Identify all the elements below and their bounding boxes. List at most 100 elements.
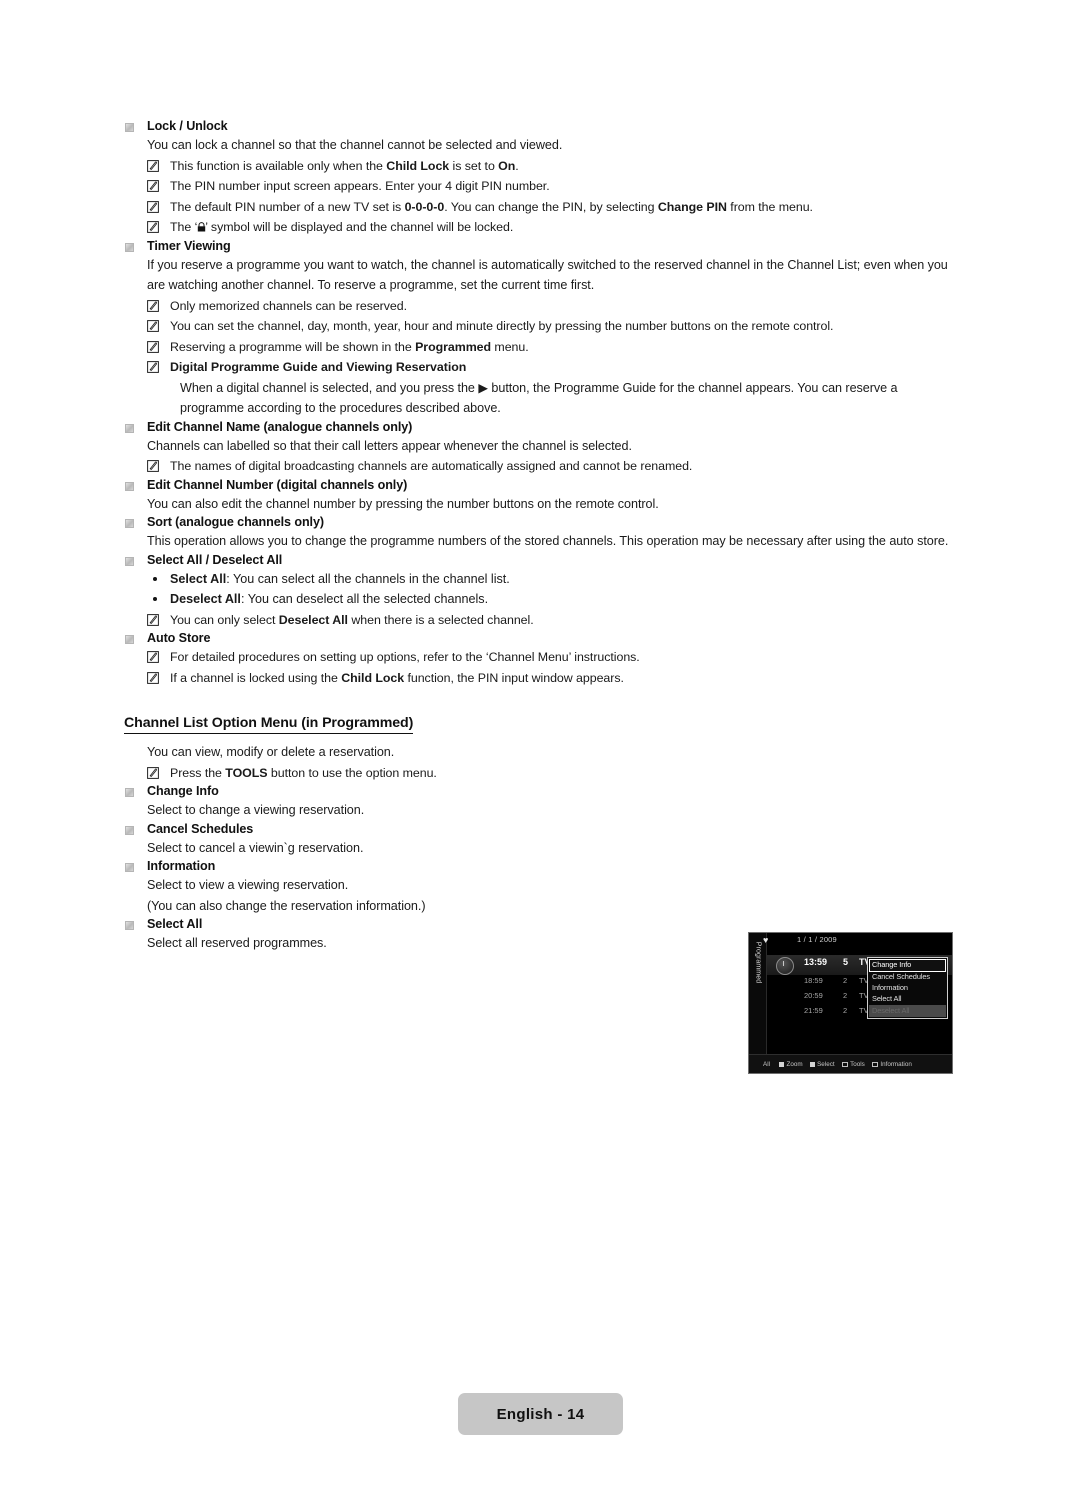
square-bullet-icon	[125, 825, 134, 835]
note-subtext: When a digital channel is selected, and …	[180, 380, 898, 416]
tv-menu-item[interactable]: Change Info	[869, 959, 946, 972]
note-icon	[147, 651, 159, 663]
option-heading: Select All	[147, 917, 203, 931]
note-icon	[147, 159, 159, 172]
note-item: Digital Programme Guide and Viewing Rese…	[147, 357, 955, 378]
square-bullet-icon	[125, 635, 134, 644]
bullet-text: Select All: You can select all the chann…	[170, 571, 510, 586]
tv-row-number: 2	[843, 1006, 848, 1015]
section-auto-store: Auto Store For detailed procedures on set…	[125, 630, 955, 688]
square-bullet-icon	[125, 921, 134, 930]
section-timer-viewing: Timer Viewing If you reserve a programme …	[125, 238, 955, 419]
note-text: Press the TOOLS button to use the option…	[170, 765, 437, 780]
note-icon	[147, 340, 159, 353]
note-icon	[147, 361, 159, 373]
square-key-icon	[779, 1061, 784, 1067]
section-select-all-deselect-all: Select All / Deselect All Select All: You…	[125, 552, 955, 631]
note-item: You can only select Deselect All when th…	[147, 610, 955, 631]
section-heading-row: Lock / Unlock	[125, 118, 955, 135]
square-bullet-icon	[125, 242, 134, 252]
section-edit-channel-number: Edit Channel Number (digital channels on…	[125, 477, 955, 515]
note-icon	[147, 200, 159, 213]
lock-icon	[197, 218, 206, 232]
tv-sidebar-label: Programmed	[754, 941, 762, 984]
tv-bottom-key-label: Information	[880, 1060, 912, 1068]
tv-bottom-key[interactable]: Select	[809, 1061, 835, 1068]
section-body: Channels can labelled so that their call…	[147, 438, 632, 453]
bullet-text: Deselect All: You can deselect all the s…	[170, 592, 489, 606]
option-item-2: Information Select to view a viewing rese…	[125, 858, 955, 916]
option-item-1: Cancel Schedules Select to cancel a viewi…	[125, 821, 955, 859]
option-body: Select to view a viewing reservation.	[147, 878, 349, 892]
note-item: If a channel is locked using the Child L…	[147, 668, 955, 689]
square-bullet-icon	[125, 481, 134, 491]
tv-bottom-key-label: All	[763, 1060, 770, 1068]
note-text: The names of digital broadcasting channe…	[170, 459, 693, 473]
section-heading-row: Select All / Deselect All	[125, 552, 955, 569]
note-item: The PIN number input screen appears. Ent…	[147, 176, 955, 197]
page-footer: English - 14	[458, 1393, 623, 1435]
note-item: You can set the channel, day, month, yea…	[147, 316, 955, 337]
note-icon	[147, 613, 159, 626]
tv-menu-item[interactable]: Select All	[869, 994, 946, 1005]
option-menu-intro: You can view, modify or delete a reserva…	[147, 745, 395, 759]
dot-bullet-icon	[153, 597, 157, 601]
note-icon	[147, 766, 159, 779]
section-heading: Lock / Unlock	[147, 119, 228, 133]
tv-bottom-key-label: Tools	[850, 1060, 865, 1068]
note-text: Reserving a programme will be shown in t…	[170, 339, 529, 354]
section-heading: Sort (analogue channels only)	[147, 515, 324, 529]
note-text: For detailed procedures on setting up op…	[170, 650, 640, 664]
option-body: (You can also change the reservation inf…	[147, 898, 426, 913]
tv-bottom-key[interactable]: Information	[871, 1060, 912, 1068]
section-heading-row: Timer Viewing	[125, 238, 955, 255]
dot-bullet-icon	[153, 576, 157, 581]
tv-bottom-key[interactable]: All	[763, 1061, 770, 1068]
option-heading-row: Change Info	[125, 783, 955, 800]
note-icon	[147, 671, 159, 684]
section-body: You can lock a channel so that the chann…	[147, 138, 563, 152]
tv-date: 1 / 1 / 2009	[797, 935, 837, 944]
tv-menu-item[interactable]: Information	[869, 983, 946, 994]
note-text: The PIN number input screen appears. Ent…	[170, 179, 550, 193]
note-text: The default PIN number of a new TV set i…	[170, 199, 813, 214]
tv-row-time: 21:59	[804, 1006, 823, 1015]
note-item: For detailed procedures on setting up op…	[147, 647, 955, 668]
note-text: You can set the channel, day, month, yea…	[170, 319, 834, 333]
option-heading: Cancel Schedules	[147, 821, 254, 836]
tv-row-number: 2	[843, 991, 848, 1000]
tv-bottom-key-bar: All Zoom Select Tools Information	[749, 1054, 952, 1073]
section-edit-channel-name: Edit Channel Name (analogue channels onl…	[125, 419, 955, 477]
heart-icon: ♥	[763, 935, 769, 945]
section-heading: Select All / Deselect All	[147, 552, 283, 567]
tv-screenshot: Programmed ♥ 1 / 1 / 2009 13:595TV118:59…	[748, 932, 953, 1074]
section-body: You can also edit the channel number by …	[147, 496, 659, 511]
square-bullet-icon	[125, 863, 134, 872]
page-number-label: English - 14	[496, 1405, 585, 1423]
square-bullet-icon	[125, 519, 134, 528]
tv-bottom-key[interactable]: Tools	[841, 1060, 865, 1068]
note-icon	[147, 460, 159, 472]
note-icon	[147, 221, 159, 233]
option-body: Select to cancel a viewin`g reservation.	[147, 840, 364, 855]
section-heading-row: Auto Store	[125, 630, 955, 647]
tv-bottom-key[interactable]: Zoom	[779, 1061, 803, 1068]
option-menu-intro-note: Press the TOOLS button to use the option…	[147, 763, 955, 784]
option-item-0: Change Info Select to change a viewing re…	[125, 783, 955, 821]
note-item: Only memorized channels can be reserved.	[147, 296, 955, 317]
tv-menu-item[interactable]: Cancel Schedules	[869, 972, 946, 983]
section-heading: Auto Store	[147, 631, 211, 645]
square-bullet-icon	[125, 423, 134, 433]
tv-option-menu[interactable]: Change Info Cancel Schedules Information Se…	[867, 957, 948, 1019]
tv-row-number: 2	[843, 976, 848, 985]
square-bullet-icon	[125, 788, 134, 797]
note-item: The names of digital broadcasting channe…	[147, 456, 955, 477]
note-text: If a channel is locked using the Child L…	[170, 670, 624, 685]
option-menu-title: Channel List Option Menu (in Programmed)	[124, 715, 413, 734]
section-lock-unlock: Lock / Unlock You can lock a channel so t…	[125, 118, 955, 238]
tv-row-time: 20:59	[804, 991, 823, 1000]
section-body: If you reserve a programme you want to w…	[147, 257, 948, 293]
option-menu-title-wrap: Channel List Option Menu (in Programmed)	[124, 714, 955, 734]
option-body: Select to change a viewing reservation.	[147, 803, 365, 817]
tv-menu-item[interactable]: Deselect All	[869, 1005, 946, 1017]
